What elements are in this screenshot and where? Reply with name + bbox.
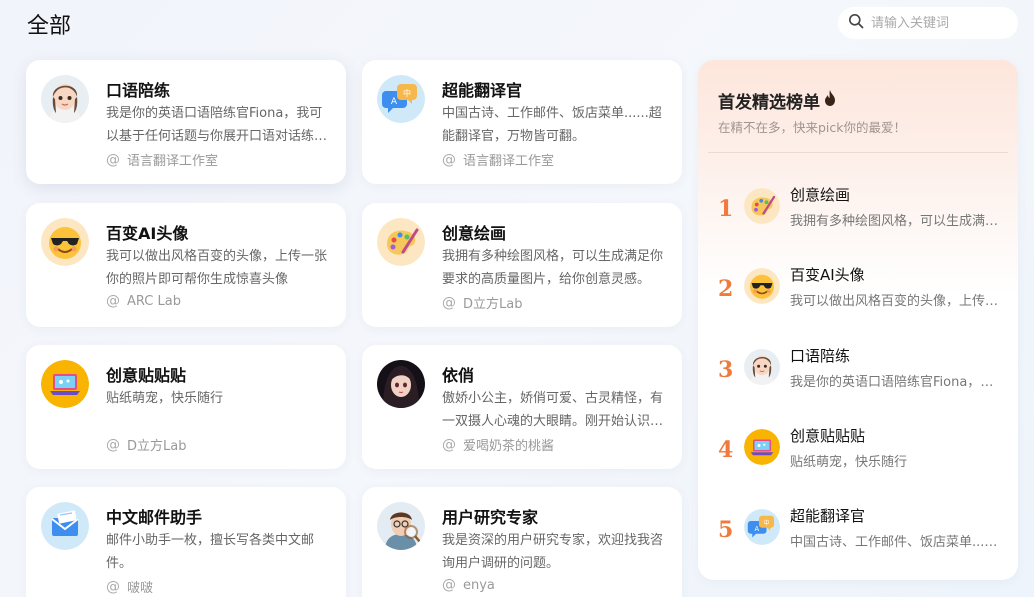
rank-item-description: 贴纸萌宠，快乐随行 [790,455,908,470]
at-icon: @ [442,436,456,453]
rank-number: 5 [718,517,734,543]
card-description: 我拥有多种绘图风格，可以生成满足你要求的高质量图片，给你创意灵感。 [442,249,664,287]
agent-card-stickers[interactable]: 创意贴贴贴 贴纸萌宠，快乐随行 @ D立方Lab [26,345,346,469]
card-author: @ 语言翻译工作室 [442,150,555,170]
card-title: 创意绘画 [442,224,507,243]
agent-card-translator[interactable]: 超能翻译官 中国古诗、工作邮件、饭店菜单......超能翻译官，万物皆可翻。 @… [362,60,682,184]
card-description: 我是你的英语口语陪练官Fiona，我可以基于任何话题与你展开口语对话练习。 [106,106,323,144]
ranking-item[interactable]: 2 百变AI头像 我可以做出风格百变的头像，上传一张你的照片 [698,264,1018,324]
palette-icon [377,218,425,266]
card-author: @ 爱喝奶茶的桃酱 [442,435,555,455]
card-description: 我可以做出风格百变的头像，上传一张你的照片即可帮你生成惊喜头像 [106,249,328,287]
card-author: @ ARC Lab [106,293,181,309]
agent-card-user-research[interactable]: 用户研究专家 我是资深的用户研究专家，欢迎找我咨询用户调研的问题。 @ enya [362,487,682,597]
at-icon: @ [442,294,456,311]
card-description: 贴纸萌宠，快乐随行 [106,391,224,406]
ranking-item[interactable]: 4 创意贴贴贴 贴纸萌宠，快乐随行 [698,425,1018,485]
card-description: 中国古诗、工作邮件、饭店菜单......超能翻译官，万物皆可翻。 [442,106,662,144]
card-title: 中文邮件助手 [106,508,203,527]
flame-icon [820,89,837,112]
card-author: @ enya [442,577,495,593]
translate-bubbles-icon [744,509,780,545]
card-author-name: 啵啵 [127,581,154,596]
card-author-name: enya [463,577,495,593]
envelope-icon [41,502,89,550]
at-icon: @ [106,578,120,595]
researcher-magnifier-icon [377,502,425,550]
ranking-subtitle: 在精不在多，快来pick你的最爱！ [718,120,907,135]
palette-icon [744,188,780,224]
rank-item-description: 我可以做出风格百变的头像，上传一张你的照片 [790,294,1000,309]
search-input[interactable] [871,15,1011,31]
girl-avatar-icon [41,75,89,123]
search-box[interactable] [838,7,1018,39]
card-title: 百变AI头像 [106,224,189,243]
card-title: 依俏 [442,366,475,385]
card-author: @ D立方Lab [442,293,523,313]
at-icon: @ [106,436,120,453]
card-title: 超能翻译官 [442,81,523,100]
page-title: 全部 [27,14,72,39]
card-author-name: 爱喝奶茶的桃酱 [463,439,555,454]
at-icon: @ [106,151,120,168]
rank-number: 1 [718,196,734,222]
card-title: 用户研究专家 [442,508,539,527]
sticker-laptop-icon [41,360,89,408]
anime-girl-avatar-icon [377,360,425,408]
card-description: 邮件小助手一枚，擅长写各类中文邮件。 [106,533,315,571]
rank-item-title: 百变AI头像 [790,266,865,284]
rank-item-title: 超能翻译官 [790,507,866,525]
agent-card-email-assistant[interactable]: 中文邮件助手 邮件小助手一枚，擅长写各类中文邮件。 @ 啵啵 [26,487,346,597]
rank-item-title: 口语陪练 [790,347,851,365]
search-icon [848,13,864,33]
card-author-name: 语言翻译工作室 [463,154,555,169]
rank-number: 4 [718,437,734,463]
card-author: @ 语言翻译工作室 [106,150,219,170]
rank-number: 3 [718,357,734,383]
card-author-name: 语言翻译工作室 [127,154,219,169]
rank-item-description: 我拥有多种绘图风格，可以生成满足你要求的高质量图片 [790,214,1000,229]
sticker-laptop-icon [744,429,780,465]
card-author: @ D立方Lab [106,435,187,455]
rank-item-description: 中国古诗、工作邮件、饭店菜单......超能翻译官 [790,535,1000,550]
rank-number: 2 [718,276,734,302]
at-icon: @ [106,293,120,309]
ranking-item[interactable]: 5 超能翻译官 中国古诗、工作邮件、饭店菜单......超能翻译官 [698,505,1018,565]
girl-avatar-icon [744,349,780,385]
at-icon: @ [442,577,456,593]
rank-item-title: 创意绘画 [790,186,851,204]
divider [708,152,1008,153]
agent-card-ai-avatar[interactable]: 百变AI头像 我可以做出风格百变的头像，上传一张你的照片即可帮你生成惊喜头像 @… [26,203,346,327]
sunglasses-emoji-icon [41,218,89,266]
ranking-title: 首发精选榜单 [718,88,837,113]
ranking-item[interactable]: 1 创意绘画 我拥有多种绘图风格，可以生成满足你要求的高质量图片 [698,184,1018,244]
card-author-name: ARC Lab [127,293,181,309]
ranking-panel: 首发精选榜单 在精不在多，快来pick你的最爱！ 1 创意绘画 我拥有多种绘图风… [698,60,1018,580]
card-title: 创意贴贴贴 [106,366,187,385]
card-description: 我是资深的用户研究专家，欢迎找我咨询用户调研的问题。 [442,533,664,571]
agent-card-yiqiao[interactable]: 依俏 傲娇小公主，娇俏可爱、古灵精怪，有一双摄人心魂的大眼睛。刚开始认识时有点高… [362,345,682,469]
card-description: 傲娇小公主，娇俏可爱、古灵精怪，有一双摄人心魂的大眼睛。刚开始认识时有点高冷。 [442,391,664,429]
rank-item-title: 创意贴贴贴 [790,427,866,445]
rank-item-description: 我是你的英语口语陪练官Fiona，我可以基于任何话题 [790,375,1000,390]
card-author: @ 啵啵 [106,577,154,597]
ranking-title-text: 首发精选榜单 [718,93,820,113]
translate-bubbles-icon [377,75,425,123]
card-title: 口语陪练 [106,81,171,100]
card-author-name: D立方Lab [463,297,523,312]
agent-card-creative-drawing[interactable]: 创意绘画 我拥有多种绘图风格，可以生成满足你要求的高质量图片，给你创意灵感。 @… [362,203,682,327]
at-icon: @ [442,151,456,168]
agent-card-oral-practice[interactable]: 口语陪练 我是你的英语口语陪练官Fiona，我可以基于任何话题与你展开口语对话练… [26,60,346,184]
ranking-item[interactable]: 3 口语陪练 我是你的英语口语陪练官Fiona，我可以基于任何话题 [698,345,1018,405]
card-author-name: D立方Lab [127,439,187,454]
sunglasses-emoji-icon [744,268,780,304]
